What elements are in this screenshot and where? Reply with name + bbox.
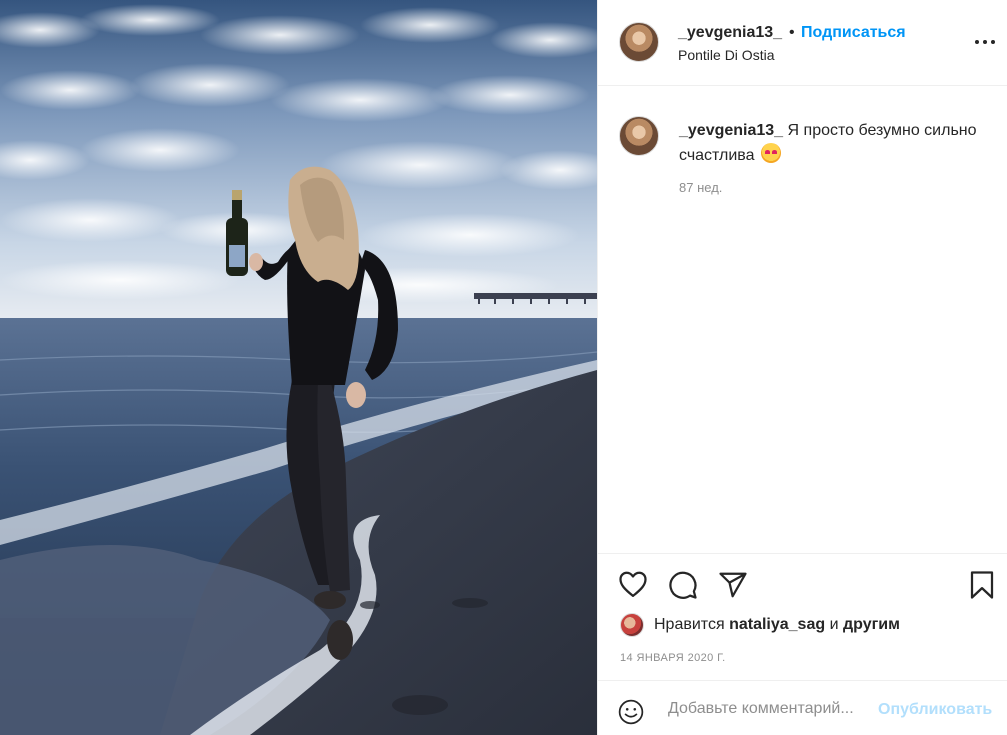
publish-comment-button[interactable]: Опубликовать [878,701,992,719]
caption-author-avatar[interactable] [619,116,659,156]
add-comment-bar: Опубликовать [598,680,1007,735]
follow-button[interactable]: Подписаться [801,24,906,42]
post-header: _yevgenia13_ • Подписаться Pontile Di Os… [598,0,1007,86]
likes-others-link[interactable]: другим [843,616,900,634]
liker-avatar[interactable] [620,613,644,637]
smiley-icon[interactable] [618,699,644,725]
author-avatar[interactable] [619,22,659,62]
bookmark-icon[interactable] [968,570,996,600]
more-options-icon[interactable] [973,34,997,50]
comment-icon[interactable] [668,570,698,600]
smiling-face-with-hearts-icon [760,143,781,163]
caption-timestamp[interactable]: 87 нед. [679,180,722,195]
paper-plane-icon[interactable] [718,570,748,600]
likes-conjunction: и [829,616,839,633]
caption-text-block: _yevgenia13_ Я просто безумно сильно сча… [679,119,979,168]
beach-photo-illustration [0,0,597,735]
more-dot [991,40,995,44]
caption-username[interactable]: _yevgenia13_ [679,122,783,139]
post-location[interactable]: Pontile Di Ostia [678,47,774,63]
post-date[interactable]: 14 января 2020 г. [620,652,726,664]
heart-icon[interactable] [618,570,648,598]
more-dot [975,40,979,44]
post-actions-section: Нравится nataliya_sag и другим 14 января… [598,553,1007,735]
post-side-panel: _yevgenia13_ • Подписаться Pontile Di Os… [597,0,1007,735]
likes-summary: Нравится nataliya_sag и другим [620,612,900,638]
separator-dot: • [789,24,795,41]
more-dot [983,40,987,44]
likes-prefix: Нравится [654,616,725,633]
liker-username[interactable]: nataliya_sag [729,616,825,634]
comment-input[interactable] [668,695,873,723]
post-photo[interactable] [0,0,597,735]
author-username[interactable]: _yevgenia13_ [678,24,782,42]
